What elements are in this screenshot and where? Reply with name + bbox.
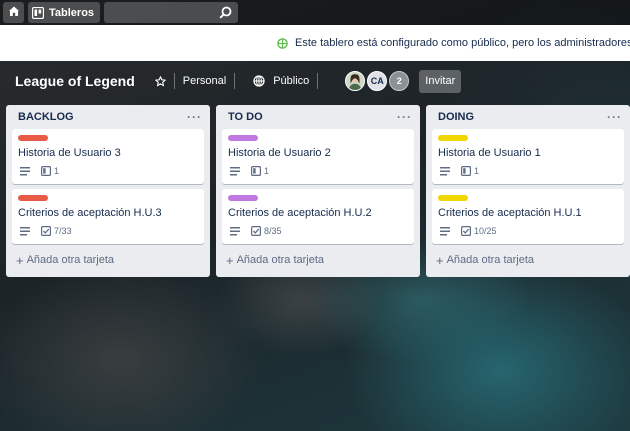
card-label[interactable] (438, 135, 468, 141)
checklist-icon (41, 226, 54, 236)
add-card-label: Añada otra tarjeta (26, 254, 115, 266)
invite-button[interactable]: Invitar (419, 69, 462, 93)
visibility-label: Público (273, 75, 310, 87)
card-title: Historia de Usuario 1 (438, 147, 541, 159)
card-badges: 7/33 (18, 226, 198, 236)
card-label[interactable] (438, 195, 468, 201)
card-badges: 10/25 (438, 226, 618, 236)
board-members: CA 2 (345, 71, 411, 91)
checklist-icon (251, 226, 264, 236)
list-backlog: BACKLOG ··· Historia de Usuario 3 1 Crit… (6, 105, 210, 277)
board-team-button[interactable]: Personal (183, 75, 226, 87)
more-options-icon[interactable]: ··· (187, 110, 202, 124)
boards-button[interactable]: Tableros (28, 2, 101, 23)
header-divider (234, 73, 236, 89)
attachment-count: 1 (264, 166, 270, 176)
card[interactable]: Historia de Usuario 1 1 (432, 129, 624, 184)
card-label[interactable] (228, 195, 258, 201)
boards-label: Tableros (49, 6, 95, 19)
card-title: Historia de Usuario 2 (228, 147, 331, 159)
board-title[interactable]: League of Legend (15, 73, 135, 89)
header-divider (317, 73, 319, 89)
home-button[interactable] (3, 2, 24, 23)
checklist-badge: 8/35 (251, 226, 282, 236)
list-title[interactable]: DOING (438, 111, 474, 123)
boards-icon (32, 6, 49, 19)
description-icon (20, 226, 33, 236)
card-title: Criterios de aceptación H.U.3 (18, 207, 162, 219)
board-header: League of Legend Personal Público CA 2 I… (0, 61, 630, 101)
card-badges: 1 (438, 166, 618, 176)
checklist-icon (461, 226, 474, 236)
plus-icon: + (436, 252, 444, 268)
banner-text: Este tablero está configurado como públi… (295, 37, 630, 49)
visibility-button[interactable]: Público (253, 75, 309, 87)
card-label[interactable] (18, 135, 48, 141)
card-title: Criterios de aceptación H.U.1 (438, 207, 582, 219)
more-options-icon[interactable]: ··· (397, 110, 412, 124)
attachment-badge: 1 (41, 166, 59, 176)
list-header: DOING ··· (432, 105, 624, 129)
description-icon (440, 226, 453, 236)
avatar[interactable]: CA (367, 71, 388, 91)
add-card-button[interactable]: + Añada otra tarjeta (432, 249, 624, 271)
list-doing: DOING ··· Historia de Usuario 1 1 Criter… (426, 105, 630, 277)
add-card-label: Añada otra tarjeta (236, 254, 325, 266)
search-box[interactable] (104, 2, 239, 23)
plus-icon: + (226, 252, 234, 268)
card-title: Historia de Usuario 3 (18, 147, 121, 159)
description-icon (20, 166, 33, 176)
list-header: BACKLOG ··· (12, 105, 204, 129)
card-badges: 8/35 (228, 226, 408, 236)
add-card-label: Añada otra tarjeta (446, 254, 535, 266)
add-card-button[interactable]: + Añada otra tarjeta (222, 249, 414, 271)
card-cover-icon (41, 166, 54, 176)
card-cover-icon (461, 166, 474, 176)
card-badges: 1 (228, 166, 408, 176)
star-icon[interactable] (154, 75, 166, 87)
add-card-button[interactable]: + Añada otra tarjeta (12, 249, 204, 271)
checklist-badge: 10/25 (461, 226, 497, 236)
checklist-badge: 7/33 (41, 226, 72, 236)
card[interactable]: Criterios de aceptación H.U.3 7/33 (12, 189, 204, 244)
attachment-badge: 1 (461, 166, 479, 176)
card[interactable]: Criterios de aceptación H.U.2 8/35 (222, 189, 414, 244)
checklist-count: 10/25 (474, 226, 497, 236)
home-icon (8, 5, 20, 20)
card-cover-icon (251, 166, 264, 176)
avatar[interactable] (345, 71, 366, 91)
public-board-banner: Este tablero está configurado como públi… (0, 25, 630, 61)
globe-icon (253, 75, 273, 87)
checklist-count: 7/33 (54, 226, 72, 236)
plus-icon: + (16, 252, 24, 268)
list-title[interactable]: BACKLOG (18, 111, 74, 123)
header-divider (173, 73, 175, 89)
card-badges: 1 (18, 166, 198, 176)
attachment-count: 1 (54, 166, 60, 176)
list-title[interactable]: TO DO (228, 111, 263, 123)
more-members-badge[interactable]: 2 (389, 71, 410, 91)
description-icon (230, 166, 243, 176)
attachment-badge: 1 (251, 166, 269, 176)
globe-icon (277, 37, 288, 49)
card[interactable]: Historia de Usuario 2 1 (222, 129, 414, 184)
description-icon (440, 166, 453, 176)
list-header: TO DO ··· (222, 105, 414, 129)
card-label[interactable] (18, 195, 48, 201)
top-bar: Tableros (0, 0, 630, 25)
description-icon (230, 226, 243, 236)
card-title: Criterios de aceptación H.U.2 (228, 207, 372, 219)
more-options-icon[interactable]: ··· (607, 110, 622, 124)
card[interactable]: Historia de Usuario 3 1 (12, 129, 204, 184)
card-label[interactable] (228, 135, 258, 141)
checklist-count: 8/35 (264, 226, 282, 236)
list-to-do: TO DO ··· Historia de Usuario 2 1 Criter… (216, 105, 420, 277)
card[interactable]: Criterios de aceptación H.U.1 10/25 (432, 189, 624, 244)
attachment-count: 1 (474, 166, 480, 176)
